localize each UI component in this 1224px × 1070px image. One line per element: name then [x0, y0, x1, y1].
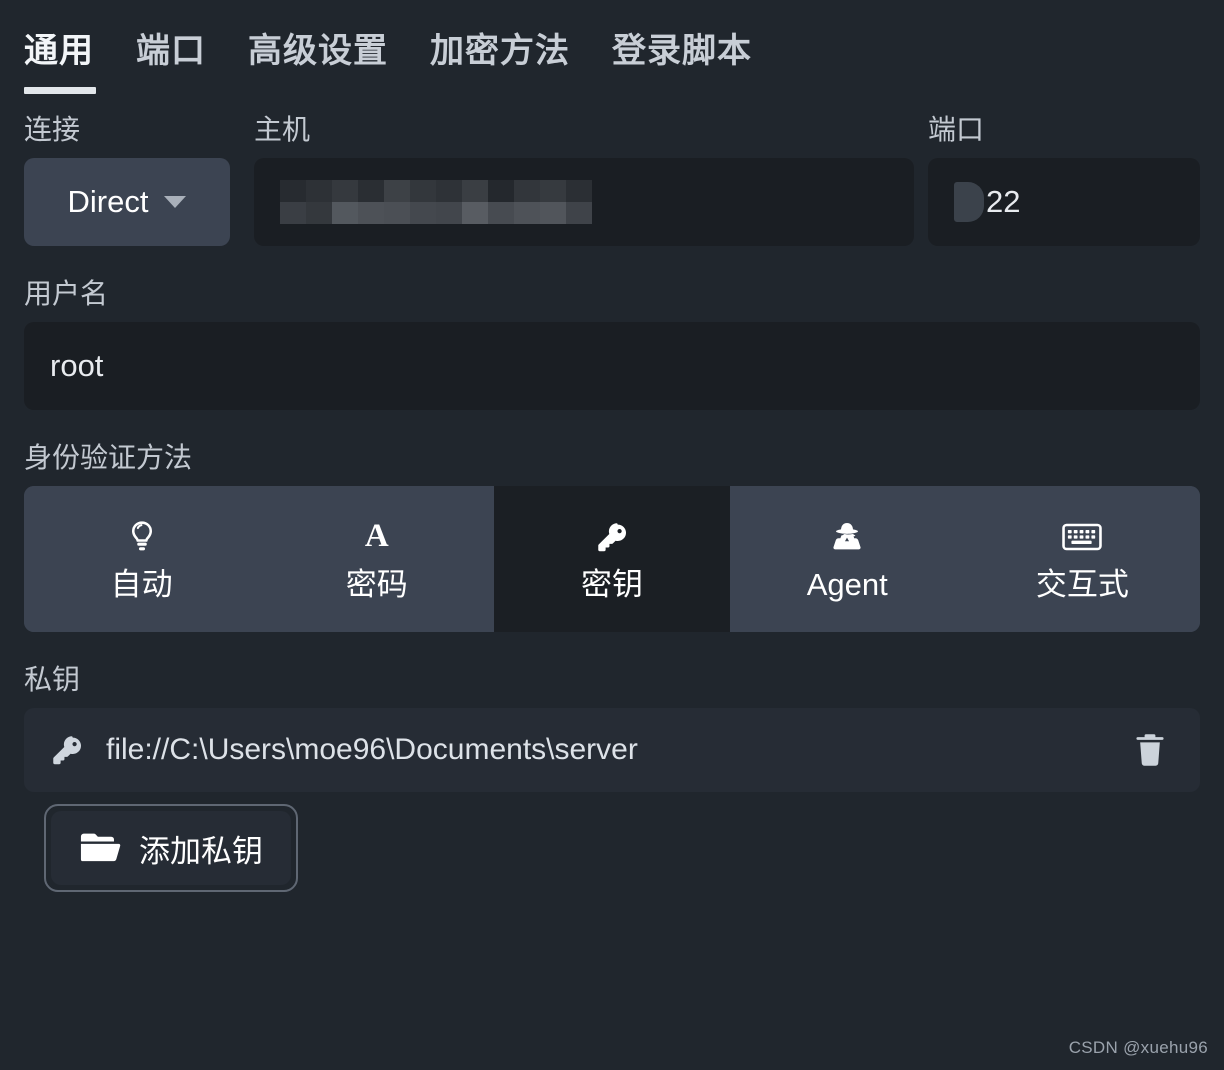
- port-label: 端口: [928, 114, 985, 145]
- tab-ports[interactable]: 端口: [136, 23, 206, 78]
- auth-method-field: 身份验证方法 自动 A 密码 密钥 Agent 交互式: [0, 410, 1224, 632]
- tab-bar: 通用 端口 高级设置 加密方法 登录脚本: [0, 0, 1224, 94]
- port-censored-prefix: [954, 182, 984, 222]
- watermark: CSDN @xuehu96: [1068, 1038, 1208, 1057]
- username-field: 用户名 root: [0, 246, 1224, 410]
- username-input[interactable]: root: [24, 322, 1200, 410]
- add-private-key-button[interactable]: 添加私钥: [51, 811, 291, 885]
- auth-method-label: 身份验证方法: [24, 442, 193, 473]
- auth-option-key[interactable]: 密钥: [494, 486, 730, 632]
- host-field: 主机: [254, 116, 914, 246]
- connection-row: 连接 Direct 主机 端口 22: [0, 78, 1224, 246]
- auth-option-label: 交互式: [1035, 566, 1129, 602]
- tab-encryption-method[interactable]: 加密方法: [430, 23, 570, 78]
- folder-open-icon: [79, 832, 121, 864]
- connection-field: 连接 Direct: [24, 116, 230, 246]
- tab-general[interactable]: 通用: [24, 23, 96, 94]
- private-key-row[interactable]: file://C:\Users\moe96\Documents\server: [24, 708, 1200, 792]
- auth-option-interactive[interactable]: 交互式: [964, 486, 1200, 632]
- connection-type-value: Direct: [67, 184, 149, 219]
- key-icon: [595, 519, 629, 555]
- auth-option-label: 密钥: [581, 566, 643, 602]
- auth-method-segmented-control: 自动 A 密码 密钥 Agent 交互式: [24, 486, 1200, 632]
- trash-icon[interactable]: [1122, 722, 1178, 778]
- private-key-field: 私钥 file://C:\Users\moe96\Documents\serve…: [0, 632, 1224, 892]
- auth-option-auto[interactable]: 自动: [24, 486, 260, 632]
- auth-option-label: 自动: [110, 566, 173, 602]
- tab-advanced-settings[interactable]: 高级设置: [248, 23, 388, 78]
- add-private-key-focus-ring: 添加私钥: [44, 804, 298, 892]
- letter-a-icon: A: [364, 518, 389, 554]
- connection-type-select[interactable]: Direct: [24, 158, 230, 246]
- host-input[interactable]: [254, 158, 914, 246]
- auth-option-agent[interactable]: Agent: [729, 486, 965, 632]
- private-key-label: 私钥: [24, 664, 81, 695]
- host-censored-value: [280, 180, 592, 224]
- port-value: 22: [986, 184, 1021, 219]
- username-value: root: [50, 348, 104, 383]
- spy-icon: [830, 519, 864, 555]
- chevron-down-icon: [164, 196, 187, 208]
- username-label: 用户名: [24, 278, 109, 309]
- connection-label: 连接: [24, 114, 81, 145]
- port-field: 端口 22: [928, 116, 1200, 246]
- key-icon: [50, 733, 84, 767]
- auth-option-label: 密码: [345, 566, 408, 602]
- private-key-path: file://C:\Users\moe96\Documents\server: [106, 733, 638, 766]
- auth-option-label: Agent: [806, 566, 888, 602]
- auth-option-password[interactable]: A 密码: [259, 486, 495, 632]
- port-input[interactable]: 22: [928, 158, 1200, 246]
- tab-login-script[interactable]: 登录脚本: [612, 23, 752, 78]
- lightbulb-icon: [127, 519, 157, 555]
- keyboard-icon: [1062, 519, 1103, 555]
- add-private-key-label: 添加私钥: [139, 833, 263, 869]
- host-label: 主机: [254, 114, 311, 145]
